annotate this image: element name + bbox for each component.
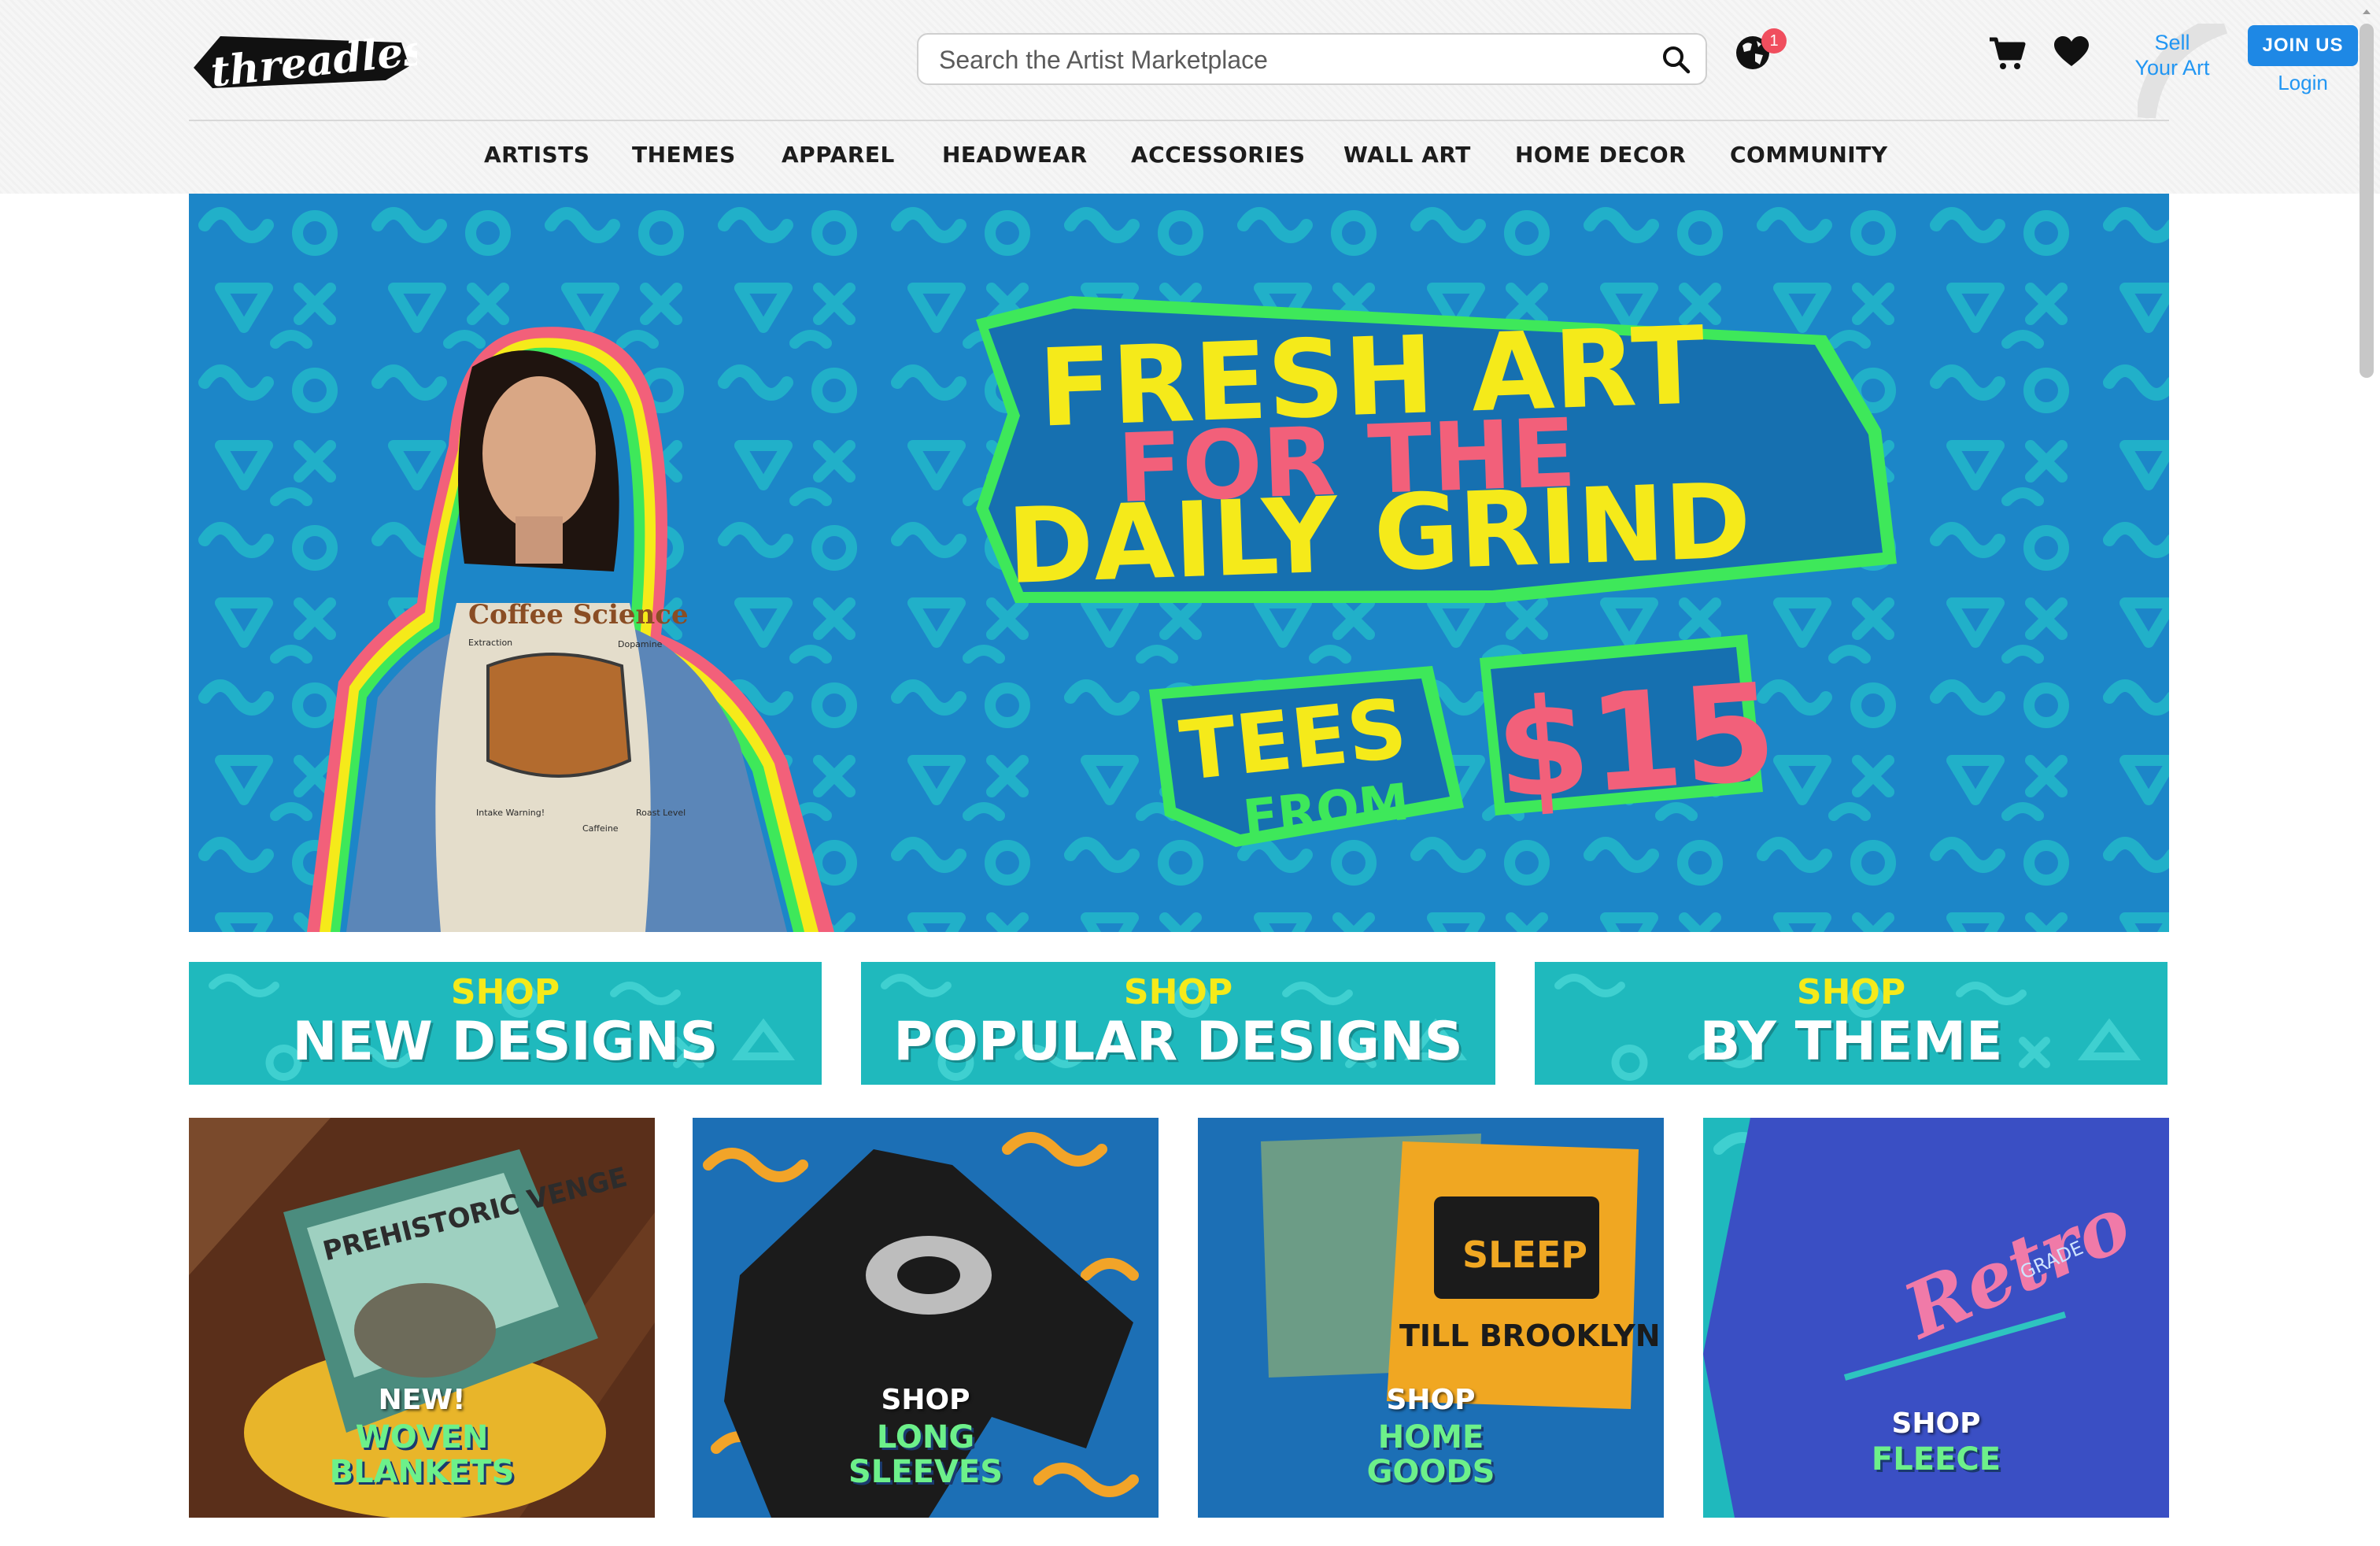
sell-your-art-link[interactable]: Sell Your Art xyxy=(2109,30,2235,80)
search-icon[interactable] xyxy=(1661,45,1691,75)
main-nav: ARTISTS THEMES APPAREL HEADWEAR ACCESSOR… xyxy=(189,121,2169,194)
notification-badge: 1 xyxy=(1761,28,1787,54)
nav-item-headwear[interactable]: HEADWEAR xyxy=(942,142,1088,168)
nav-item-home-decor[interactable]: HOME DECOR xyxy=(1515,142,1686,168)
hero-shirt-label-1: Extraction xyxy=(468,638,512,648)
tile-home-goods-line2: GOODS xyxy=(1366,1454,1495,1490)
header-content: threadless 1 Sell Your Art JOIN US Login… xyxy=(189,0,2358,194)
search-input[interactable] xyxy=(937,35,1649,85)
pillow-text-2: TILL BROOKLYN xyxy=(1399,1319,1661,1353)
shop-new-designs-banner[interactable]: SHOP NEW DESIGNS xyxy=(189,962,822,1085)
tile-fleece-top: SHOP xyxy=(1891,1407,1981,1440)
tile-long-sleeves-top: SHOP xyxy=(881,1384,970,1416)
tile-long-sleeves-line2: SLEEVES xyxy=(848,1454,1003,1490)
search-bar[interactable] xyxy=(917,33,1707,85)
hero-shirt-label-4: Caffeine xyxy=(582,823,619,834)
headline-plaque: FRESH ART FOR THE DAILY GRIND xyxy=(976,296,1897,608)
tile-home-goods-line1: HOME xyxy=(1377,1419,1484,1455)
pillow-text-1: SLEEP xyxy=(1462,1233,1587,1276)
tile-woven-blankets[interactable]: PREHISTORIC VENGE NEW! WOVEN BLANKETS xyxy=(189,1118,655,1518)
shop-popular-designs-label: POPULAR DESIGNS xyxy=(893,1011,1463,1073)
tile-long-sleeves[interactable]: SHOP LONG SLEEVES xyxy=(693,1118,1159,1518)
nav-item-themes[interactable]: THEMES xyxy=(632,142,736,168)
hero-artwork: Coffee Science Extraction Dopamine Intak… xyxy=(189,194,2169,932)
cart-icon[interactable] xyxy=(1988,35,2026,71)
scroll-up-arrow-icon[interactable] xyxy=(2360,5,2374,19)
page-scrollbar[interactable] xyxy=(2360,24,2374,378)
join-us-button[interactable]: JOIN US xyxy=(2248,25,2358,66)
threadless-logo[interactable]: threadless xyxy=(189,20,417,96)
tile-woven-blankets-line1: WOVEN xyxy=(355,1419,489,1455)
nav-item-artists[interactable]: ARTISTS xyxy=(484,142,589,168)
heart-icon[interactable] xyxy=(2054,36,2089,68)
shop-new-designs-label: NEW DESIGNS xyxy=(292,1011,719,1073)
hero-headline-3: DAILY GRIND xyxy=(1005,460,1753,608)
shop-by-theme-top: SHOP xyxy=(1796,972,1906,1012)
hero-price: $15 xyxy=(1491,655,1781,830)
tile-fleece-line1: FLEECE xyxy=(1871,1441,2001,1478)
shop-by-theme-banner[interactable]: SHOP BY THEME xyxy=(1535,962,2168,1085)
nav-item-apparel[interactable]: APPAREL xyxy=(782,142,895,168)
sell-line-2: Your Art xyxy=(2134,56,2210,80)
tile-fleece[interactable]: Retro GRADE SHOP FLEECE xyxy=(1703,1118,2169,1518)
hero-shirt-label-3: Intake Warning! xyxy=(476,808,545,818)
hero-shirt-label-2: Dopamine xyxy=(618,639,663,649)
login-link[interactable]: Login xyxy=(2248,71,2358,95)
hero-shirt-title: Coffee Science xyxy=(468,599,689,631)
tile-woven-blankets-line2: BLANKETS xyxy=(329,1454,515,1490)
tile-long-sleeves-line1: LONG xyxy=(876,1419,975,1455)
tile-home-goods-top: SHOP xyxy=(1386,1384,1476,1416)
shop-by-theme-label: BY THEME xyxy=(1699,1011,2003,1073)
shop-popular-designs-top: SHOP xyxy=(1123,972,1233,1012)
shop-new-designs-top: SHOP xyxy=(450,972,560,1012)
shop-popular-designs-banner[interactable]: SHOP POPULAR DESIGNS xyxy=(861,962,1495,1085)
sell-line-1: Sell xyxy=(2154,31,2190,54)
nav-item-accessories[interactable]: ACCESSORIES xyxy=(1131,142,1306,168)
tile-home-goods[interactable]: SLEEP TILL BROOKLYN SHOP HOME GOODS xyxy=(1198,1118,1664,1518)
hero-banner[interactable]: Coffee Science Extraction Dopamine Intak… xyxy=(189,194,2169,932)
tile-woven-blankets-top: NEW! xyxy=(378,1384,466,1416)
hero-shirt-label-5: Roast Level xyxy=(636,808,686,818)
logo-text: threadless xyxy=(209,24,417,96)
nav-item-wall-art[interactable]: WALL ART xyxy=(1343,142,1471,168)
nav-item-community[interactable]: COMMUNITY xyxy=(1730,142,1888,168)
logo-icon: threadless xyxy=(194,24,417,96)
